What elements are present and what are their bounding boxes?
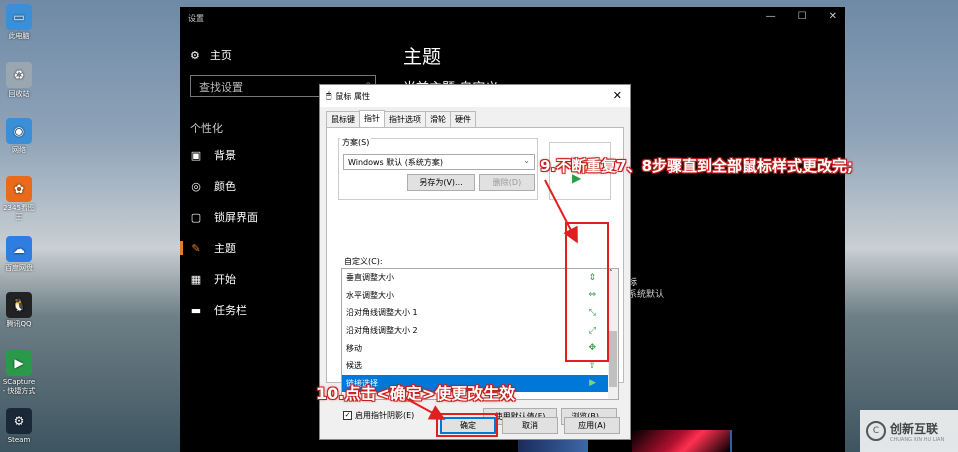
watermark-text: 创新互联 — [890, 421, 939, 436]
arrow-step9 — [544, 179, 578, 244]
annotation-arrows — [404, 179, 578, 420]
arrow-step10 — [404, 397, 446, 420]
watermark-logo-icon: C — [866, 421, 886, 441]
watermark-text-block: 创新互联 CHUANG XIN HU LIAN — [890, 420, 944, 443]
watermark: C 创新互联 CHUANG XIN HU LIAN — [860, 410, 958, 452]
watermark-sub: CHUANG XIN HU LIAN — [890, 436, 945, 443]
